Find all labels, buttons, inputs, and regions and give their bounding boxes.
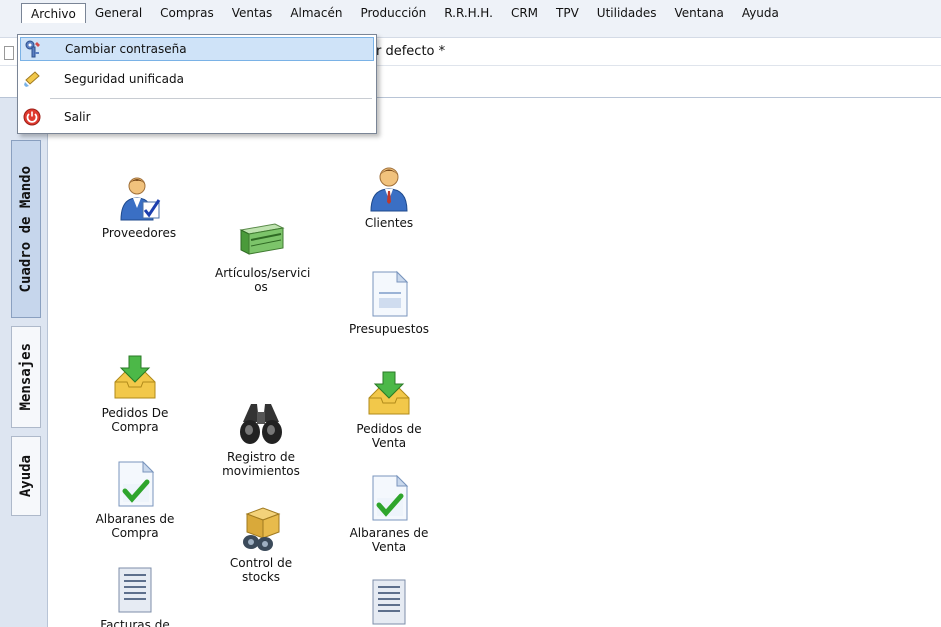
tab-cuadro-de-mando[interactable]: Cuadro de Mando: [11, 140, 41, 318]
shortcut-label-line2: Compra: [111, 420, 159, 434]
tab-label: Mensajes: [18, 343, 34, 411]
shortcut-facturas-de-compra[interactable]: Facturas de: [89, 566, 181, 627]
shortcut-label: Clientes: [364, 216, 414, 230]
inbox-download-icon: [368, 371, 410, 415]
tab-label: Cuadro de Mando: [18, 165, 34, 293]
shortcut-albaranes-de-venta[interactable]: Albaranes de Venta: [343, 474, 435, 554]
shortcut-proveedores[interactable]: Proveedores: [93, 174, 185, 240]
menu-utilidades[interactable]: Utilidades: [588, 3, 666, 23]
menu-item-seguridad-unificada[interactable]: Seguridad unificada: [20, 67, 374, 91]
invoice-icon: [118, 567, 152, 613]
menu-item-label: Seguridad unificada: [64, 72, 184, 86]
document-icon: [372, 270, 409, 317]
menu-general[interactable]: General: [86, 3, 151, 23]
menu-crm[interactable]: CRM: [502, 3, 547, 23]
shortcut-control-de-stocks[interactable]: Control de stocks: [215, 504, 307, 584]
power-icon: [20, 106, 44, 128]
shortcut-presupuestos[interactable]: Presupuestos: [343, 270, 435, 336]
tab-mensajes[interactable]: Mensajes: [11, 326, 41, 428]
shortcut-registro-de-movimientos[interactable]: Registro de movimientos: [215, 398, 307, 478]
shortcut-label-line1: Albaranes de: [95, 512, 175, 526]
shortcut-label-line1: Registro de: [227, 450, 295, 464]
menu-item-label: Salir: [64, 110, 91, 124]
document-check-icon: [372, 474, 409, 521]
shortcut-facturas-de-venta[interactable]: [343, 578, 435, 627]
menu-rrhh[interactable]: R.R.H.H.: [435, 3, 502, 23]
menu-item-salir[interactable]: Salir: [20, 105, 374, 129]
shortcut-label-line2: Venta: [371, 436, 407, 450]
menu-produccion[interactable]: Producción: [351, 3, 435, 23]
dashboard-content: Proveedores Clientes Artículos/servici o…: [49, 98, 941, 627]
shortcut-label: Presupuestos: [348, 322, 430, 336]
shortcut-label: Proveedores: [101, 226, 177, 240]
shortcut-label-line2: os: [254, 280, 268, 294]
key-icon: [21, 38, 45, 60]
supplier-person-icon: [120, 177, 161, 221]
left-tab-panel: Cuadro de Mando Mensajes Ayuda: [0, 98, 48, 627]
shortcut-label-line1: Pedidos de: [356, 422, 422, 436]
menu-ayuda[interactable]: Ayuda: [733, 3, 788, 23]
client-person-icon: [370, 167, 408, 212]
menu-tpv[interactable]: TPV: [547, 3, 588, 23]
shortcut-label-line1: Artículos/servici: [215, 266, 311, 280]
shortcut-pedidos-de-venta[interactable]: Pedidos de Venta: [343, 370, 435, 450]
shortcut-label-line2: movimientos: [222, 464, 300, 478]
shortcut-clientes[interactable]: Clientes: [343, 164, 435, 230]
shortcut-label-line1: Albaranes de: [349, 526, 429, 540]
articles-box-icon: [239, 223, 285, 255]
shortcut-articulos-servicios[interactable]: Artículos/servici os: [215, 214, 311, 294]
archivo-dropdown-menu: Cambiar contraseña Seguridad unificada S…: [17, 34, 377, 134]
shortcut-albaranes-de-compra[interactable]: Albaranes de Compra: [89, 460, 181, 540]
toolbar-handle[interactable]: [4, 46, 14, 60]
shortcut-label-line1: Control de: [229, 556, 293, 570]
menu-item-label: Cambiar contraseña: [65, 42, 187, 56]
menu-almacen[interactable]: Almacén: [281, 3, 351, 23]
menu-item-cambiar-contrasena[interactable]: Cambiar contraseña: [20, 37, 374, 61]
tab-ayuda[interactable]: Ayuda: [11, 436, 41, 516]
shortcut-label-line2: stocks: [241, 570, 281, 584]
shield-icon: [20, 68, 44, 90]
document-check-icon: [118, 460, 155, 507]
binoculars-icon: [240, 404, 282, 444]
menu-compras[interactable]: Compras: [151, 3, 223, 23]
inbox-download-icon: [114, 355, 156, 399]
stock-boxes-icon: [243, 507, 281, 551]
tab-label: Ayuda: [18, 454, 34, 498]
menu-ventana[interactable]: Ventana: [666, 3, 733, 23]
menu-bar: Archivo General Compras Ventas Almacén P…: [0, 0, 941, 38]
shortcut-label-line2: Venta: [371, 540, 407, 554]
menu-archivo[interactable]: Archivo: [21, 2, 86, 23]
shortcut-label-line1: Pedidos De: [101, 406, 169, 420]
shortcut-pedidos-de-compra[interactable]: Pedidos De Compra: [89, 354, 181, 434]
menu-separator: [50, 98, 372, 99]
shortcut-label-line2: Compra: [111, 526, 159, 540]
invoice-icon: [372, 579, 406, 625]
document-tab-title[interactable]: r defecto *: [376, 44, 445, 59]
shortcut-label-line1: Facturas de: [100, 618, 170, 627]
menu-ventas[interactable]: Ventas: [223, 3, 282, 23]
